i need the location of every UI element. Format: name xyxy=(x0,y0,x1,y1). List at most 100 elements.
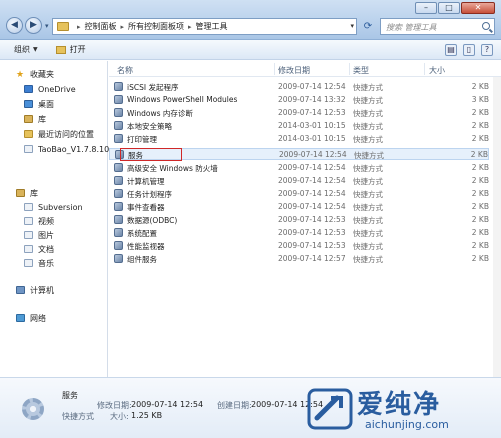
nav-label: 库 xyxy=(38,114,46,124)
file-type: 快捷方式 xyxy=(353,122,383,131)
column-divider[interactable] xyxy=(424,63,425,75)
open-label: 打开 xyxy=(69,45,86,54)
close-button[interactable]: ✕ xyxy=(461,2,495,14)
file-row[interactable]: iSCSI 发起程序 2009-07-14 12:54 快捷方式 2 KB xyxy=(109,81,489,93)
chevron-down-icon: ▼ xyxy=(33,46,38,53)
file-row[interactable]: 性能监视器 2009-07-14 12:53 快捷方式 2 KB xyxy=(109,240,489,252)
column-header: 名称 修改日期 类型 大小 xyxy=(109,61,501,77)
nav-buttons: ◀ ▶ ▾ xyxy=(6,17,49,34)
file-date: 2009-07-14 13:32 xyxy=(278,95,346,104)
file-size: 2 KB xyxy=(471,82,489,91)
breadcrumb-all-items[interactable]: 所有控制面板项 xyxy=(128,21,184,32)
file-date: 2009-07-14 12:53 xyxy=(278,228,346,237)
file-row[interactable]: 事件查看器 2009-07-14 12:54 快捷方式 2 KB xyxy=(109,201,489,213)
nav-item-libraries[interactable]: 库 xyxy=(16,186,38,200)
file-row[interactable]: 数据源(ODBC) 2009-07-14 12:53 快捷方式 2 KB xyxy=(109,214,489,226)
nav-item-taobao[interactable]: TaoBao_V1.7.8.10_ xyxy=(24,142,113,156)
shortcut-icon xyxy=(114,202,123,211)
preview-pane-icon[interactable]: ▯ xyxy=(463,44,475,56)
nav-item-computer[interactable]: 计算机 xyxy=(16,283,54,297)
forward-button[interactable]: ▶ xyxy=(25,17,42,34)
nav-item-onedrive[interactable]: OneDrive xyxy=(24,82,76,96)
file-name: iSCSI 发起程序 xyxy=(127,83,179,92)
organize-button[interactable]: 组织 ▼ xyxy=(14,44,38,55)
column-date[interactable]: 修改日期 xyxy=(278,65,310,76)
nav-label: OneDrive xyxy=(38,84,76,94)
file-name: 性能监视器 xyxy=(127,242,165,251)
file-date: 2009-07-14 12:54 xyxy=(278,189,346,198)
file-type: 快捷方式 xyxy=(353,83,383,92)
nav-item-documents[interactable]: 文档 xyxy=(24,242,54,256)
column-name[interactable]: 名称 xyxy=(117,65,133,76)
nav-item-videos[interactable]: 视频 xyxy=(24,214,54,228)
file-type: 快捷方式 xyxy=(353,242,383,251)
annotation-highlight xyxy=(120,148,182,161)
computer-icon xyxy=(16,286,25,294)
file-row[interactable]: 计算机管理 2009-07-14 12:54 快捷方式 2 KB xyxy=(109,175,489,187)
file-row[interactable]: 任务计划程序 2009-07-14 12:54 快捷方式 2 KB xyxy=(109,188,489,200)
file-size: 2 KB xyxy=(471,121,489,130)
file-type: 快捷方式 xyxy=(353,216,383,225)
file-name: 打印管理 xyxy=(127,135,157,144)
nav-label: 网络 xyxy=(30,313,46,323)
file-row[interactable]: 打印管理 2014-03-01 10:15 快捷方式 2 KB xyxy=(109,133,489,145)
history-dropdown[interactable]: ▾ xyxy=(45,22,49,30)
file-name: Windows PowerShell Modules xyxy=(127,95,238,104)
nav-item-network[interactable]: 网络 xyxy=(16,311,46,325)
file-row[interactable]: 系统配置 2009-07-14 12:53 快捷方式 2 KB xyxy=(109,227,489,239)
maximize-button[interactable]: □ xyxy=(438,2,460,14)
breadcrumb-separator[interactable]: ▸ xyxy=(121,23,125,31)
detail-created-label: 创建日期: xyxy=(217,401,252,410)
nav-item-pictures[interactable]: 图片 xyxy=(24,228,54,242)
window-controls: – □ ✕ xyxy=(414,2,495,14)
shortcut-icon xyxy=(114,134,123,143)
subversion-icon xyxy=(24,203,33,211)
column-size[interactable]: 大小 xyxy=(429,65,445,76)
file-size: 2 KB xyxy=(471,254,489,263)
column-divider[interactable] xyxy=(349,63,350,75)
nav-item-recent[interactable]: 最近访问的位置 xyxy=(24,127,94,141)
view-options-icon[interactable]: ▤ xyxy=(445,44,457,56)
breadcrumb-control-panel[interactable]: 控制面板 xyxy=(85,21,117,32)
file-row[interactable]: 高级安全 Windows 防火墙 2009-07-14 12:54 快捷方式 2… xyxy=(109,162,489,174)
file-date: 2014-03-01 10:15 xyxy=(278,121,346,130)
file-size: 2 KB xyxy=(470,150,488,159)
shortcut-icon xyxy=(114,189,123,198)
column-divider[interactable] xyxy=(274,63,275,75)
file-row[interactable]: Windows 内存诊断 2009-07-14 12:53 快捷方式 2 KB xyxy=(109,107,489,119)
breadcrumb-admin-tools[interactable]: 管理工具 xyxy=(196,21,228,32)
address-bar[interactable]: ▸ 控制面板 ▸ 所有控制面板项 ▸ 管理工具 ▾ xyxy=(52,18,357,35)
file-size: 2 KB xyxy=(471,163,489,172)
nav-item-desktop[interactable]: 桌面 xyxy=(24,97,54,111)
file-name: Windows 内存诊断 xyxy=(127,109,193,118)
file-type: 快捷方式 xyxy=(353,135,383,144)
folder-icon xyxy=(24,145,33,153)
breadcrumb-separator[interactable]: ▸ xyxy=(188,23,192,31)
shortcut-icon xyxy=(114,254,123,263)
nav-item-library-fav[interactable]: 库 xyxy=(24,112,46,126)
back-button[interactable]: ◀ xyxy=(6,17,23,34)
vertical-scrollbar[interactable] xyxy=(493,77,501,377)
nav-label: 桌面 xyxy=(38,99,54,109)
address-dropdown-icon[interactable]: ▾ xyxy=(350,22,354,30)
nav-item-favorites[interactable]: ★ 收藏夹 xyxy=(16,67,54,81)
file-name: 数据源(ODBC) xyxy=(127,216,178,225)
watermark-text: 爱纯净 xyxy=(357,390,442,420)
file-row[interactable]: Windows PowerShell Modules 2009-07-14 13… xyxy=(109,94,489,106)
library-icon xyxy=(24,115,33,123)
refresh-icon[interactable]: ⟳ xyxy=(360,19,376,34)
file-date: 2009-07-14 12:57 xyxy=(278,254,346,263)
nav-item-subversion[interactable]: Subversion xyxy=(24,200,83,214)
minimize-button[interactable]: – xyxy=(415,2,437,14)
search-input[interactable]: 搜索 管理工具 xyxy=(380,18,495,35)
column-type[interactable]: 类型 xyxy=(353,65,369,76)
file-size: 2 KB xyxy=(471,215,489,224)
nav-item-music[interactable]: 音乐 xyxy=(24,256,54,270)
help-icon[interactable]: ? xyxy=(481,44,493,56)
shortcut-icon xyxy=(114,241,123,250)
file-row[interactable]: 组件服务 2009-07-14 12:57 快捷方式 2 KB xyxy=(109,253,489,265)
breadcrumb-separator[interactable]: ▸ xyxy=(77,23,81,31)
file-row[interactable]: 本地安全策略 2014-03-01 10:15 快捷方式 2 KB xyxy=(109,120,489,132)
shortcut-icon xyxy=(114,121,123,130)
open-button[interactable]: 打开 xyxy=(55,44,86,55)
